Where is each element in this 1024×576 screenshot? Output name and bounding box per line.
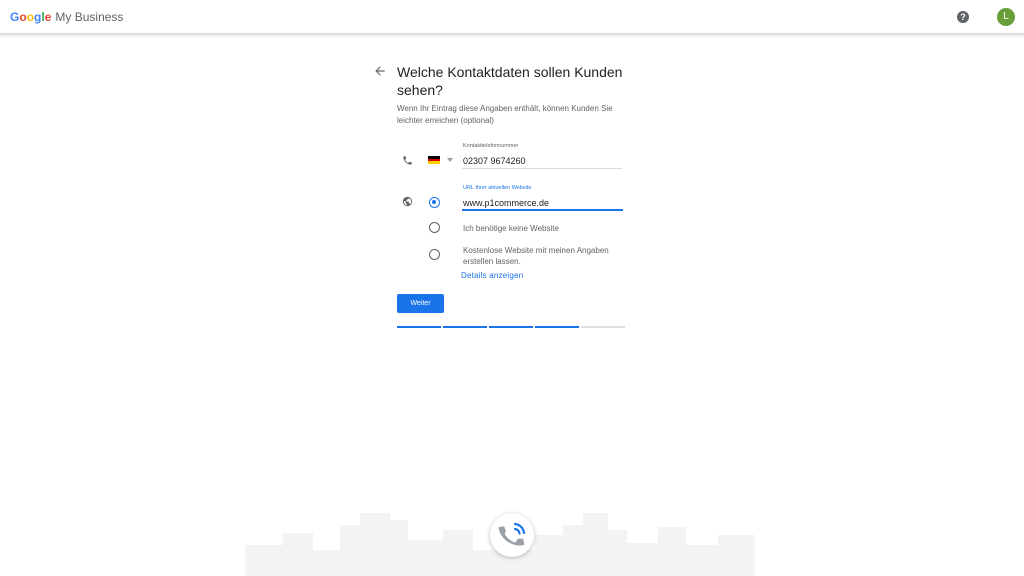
phone-call-icon bbox=[498, 522, 526, 546]
details-link[interactable]: Details anzeigen bbox=[461, 271, 523, 280]
google-my-business-logo[interactable]: Google My Business bbox=[10, 10, 123, 24]
website-url-input[interactable] bbox=[462, 196, 623, 211]
logo-letter: G bbox=[10, 10, 20, 24]
top-bar: Google My Business ? L bbox=[0, 0, 1024, 34]
germany-flag-icon[interactable] bbox=[428, 156, 440, 164]
page-subtitle: Wenn Ihr Eintrag diese Angaben enthält, … bbox=[397, 104, 613, 125]
radio-free-website[interactable] bbox=[429, 249, 440, 260]
progress-segment bbox=[535, 326, 579, 328]
phone-icon bbox=[403, 156, 412, 165]
radio-no-website[interactable] bbox=[429, 222, 440, 233]
logo-letter: o bbox=[26, 10, 35, 24]
phone-call-illustration bbox=[490, 513, 534, 557]
arrow-back-icon[interactable] bbox=[373, 64, 387, 78]
globe-icon bbox=[402, 196, 413, 207]
progress-segment bbox=[443, 326, 487, 328]
avatar[interactable]: L bbox=[997, 8, 1015, 26]
option-label-no-website[interactable]: Ich benötige keine Website bbox=[463, 223, 559, 234]
next-button[interactable]: Weiter bbox=[397, 294, 444, 313]
progress-segment bbox=[397, 326, 441, 328]
product-name: My Business bbox=[55, 10, 124, 24]
phone-field-label: Kontakttelefonnummer bbox=[463, 143, 519, 149]
page-title: Welche Kontaktdaten sollen Kunden sehen? bbox=[397, 64, 623, 98]
progress-segment bbox=[581, 326, 625, 328]
logo-letter: o bbox=[19, 10, 27, 24]
help-circle-icon[interactable]: ? bbox=[957, 11, 969, 23]
progress-segment bbox=[489, 326, 533, 328]
google-wordmark: Google bbox=[10, 10, 51, 24]
option-label-free-website[interactable]: Kostenlose Website mit meinen Angaben er… bbox=[463, 245, 628, 267]
chevron-down-icon[interactable] bbox=[447, 158, 453, 162]
progress-bar bbox=[397, 326, 625, 328]
website-field-label: URL Ihrer aktuellen Website bbox=[463, 185, 532, 191]
phone-number-input[interactable] bbox=[462, 154, 622, 169]
radio-current-website[interactable] bbox=[429, 197, 440, 208]
logo-letter: e bbox=[44, 10, 52, 24]
